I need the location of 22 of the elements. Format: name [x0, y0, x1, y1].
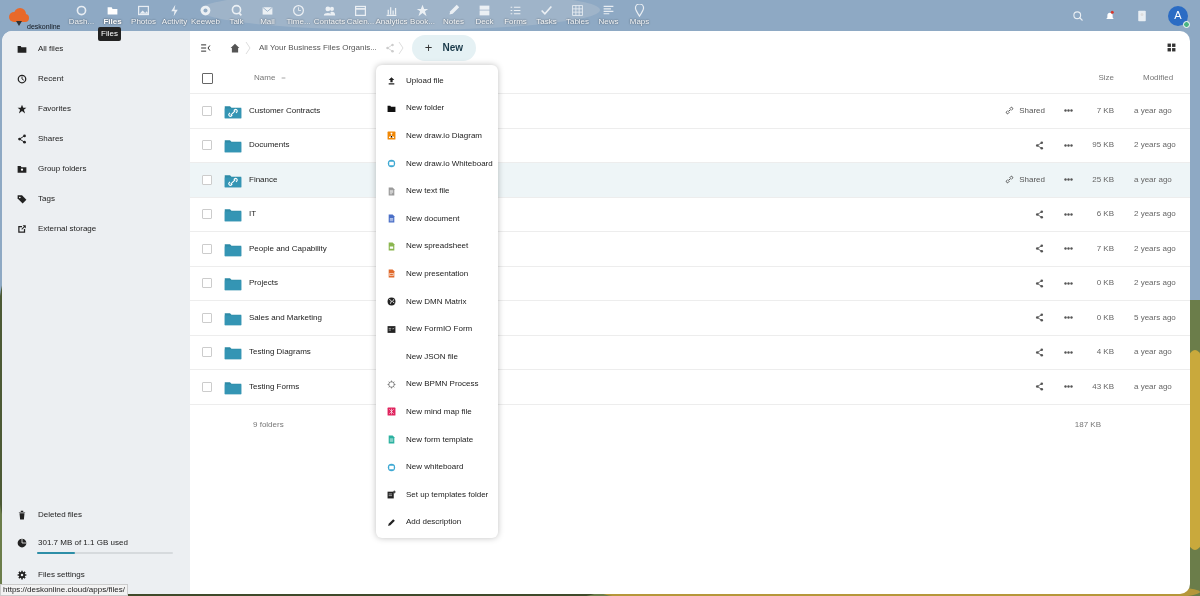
file-size: 6 KB: [1095, 208, 1114, 221]
modified-date: 2 years ago: [1133, 208, 1177, 221]
folder-count: 9 folders: [253, 418, 284, 431]
modified-date: a year ago: [1133, 380, 1173, 393]
file-size: 7 KB: [1095, 104, 1114, 117]
modified-date: 5 years ago: [1133, 311, 1177, 324]
file-size: 0 KB: [1095, 277, 1114, 290]
total-size: 187 KB: [1074, 418, 1101, 431]
tooltip: Files: [98, 27, 121, 41]
file-size: 4 KB: [1095, 346, 1114, 359]
modified-date: 2 years ago: [1133, 242, 1177, 255]
file-size: 25 KB: [1091, 173, 1114, 186]
modified-date: a year ago: [1133, 173, 1173, 186]
file-size: 95 KB: [1091, 139, 1114, 152]
modified-date: a year ago: [1133, 346, 1173, 359]
status-url-tooltip: https://deskonline.cloud/apps/files/: [0, 584, 128, 596]
modified-date: 2 years ago: [1133, 277, 1177, 290]
file-size: 0 KB: [1095, 311, 1114, 324]
file-size: 7 KB: [1095, 242, 1114, 255]
modified-date: a year ago: [1133, 104, 1173, 117]
file-size: 43 KB: [1091, 380, 1114, 393]
modified-date: 2 years ago: [1133, 139, 1177, 152]
